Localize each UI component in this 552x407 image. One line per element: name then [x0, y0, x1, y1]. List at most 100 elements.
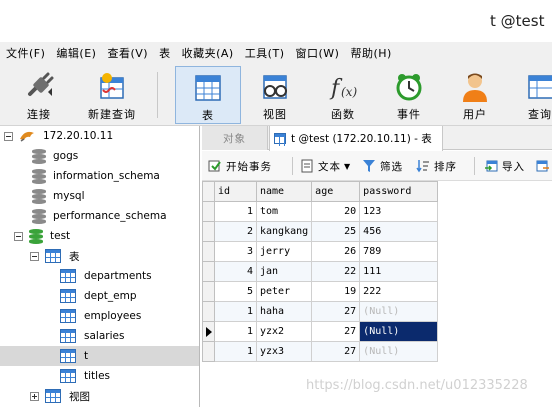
- cell-age[interactable]: 26: [311, 241, 361, 262]
- cell-name[interactable]: kangkang: [255, 221, 313, 242]
- export-button[interactable]: [536, 157, 552, 175]
- tree-db-information-schema[interactable]: information_schema: [32, 166, 160, 186]
- tree-table-dept-emp[interactable]: dept_emp: [60, 286, 137, 306]
- row-indicator[interactable]: [202, 241, 215, 262]
- begin-transaction-button[interactable]: 开始事务: [208, 157, 272, 175]
- menu-tools[interactable]: 工具(T): [245, 45, 285, 61]
- tree-db-performance-schema[interactable]: performance_schema: [32, 206, 167, 226]
- tree-tables-group[interactable]: 表: [30, 246, 80, 266]
- tree-db-mysql[interactable]: mysql: [32, 186, 85, 206]
- cell-id[interactable]: 1: [214, 201, 257, 222]
- sort-button[interactable]: 排序: [416, 157, 457, 175]
- event-button[interactable]: 事件: [384, 66, 434, 124]
- user-button[interactable]: 用户: [450, 66, 500, 124]
- tree-table-departments[interactable]: departments: [60, 266, 152, 286]
- cell-id[interactable]: 1: [214, 341, 257, 362]
- query-button[interactable]: 查询: [520, 66, 552, 124]
- new-query-button[interactable]: 新建查询: [82, 66, 142, 124]
- tree-table-salaries[interactable]: salaries: [60, 326, 124, 346]
- new-query-label: 新建查询: [88, 108, 136, 121]
- toolbar-separator: [157, 72, 158, 118]
- cell-password[interactable]: (Null): [359, 341, 439, 362]
- column-header-name[interactable]: name: [255, 181, 313, 202]
- table-button[interactable]: 表: [175, 66, 241, 124]
- cell-password-selected[interactable]: (Null): [359, 321, 439, 342]
- row-indicator[interactable]: [202, 201, 215, 222]
- table-row[interactable]: 1 yzx3 27 (Null): [202, 341, 439, 362]
- tree-table-titles[interactable]: titles: [60, 366, 110, 386]
- collapse-toggle[interactable]: [4, 131, 13, 141]
- collapse-toggle[interactable]: [30, 251, 39, 261]
- cell-age[interactable]: 19: [311, 281, 361, 302]
- connect-button[interactable]: 连接: [14, 66, 64, 124]
- table-row[interactable]: 1 tom 20 123: [202, 201, 439, 222]
- cell-name[interactable]: peter: [255, 281, 313, 302]
- filter-button[interactable]: 筛选: [362, 157, 403, 175]
- cell-name[interactable]: yzx2: [255, 321, 313, 342]
- cell-age[interactable]: 22: [311, 261, 361, 282]
- cell-id[interactable]: 2: [214, 221, 257, 242]
- import-button[interactable]: 导入: [484, 157, 525, 175]
- column-header-id[interactable]: id: [214, 181, 257, 202]
- cell-password[interactable]: 123: [359, 201, 439, 222]
- column-header-password[interactable]: password: [359, 181, 439, 202]
- cell-name[interactable]: jerry: [255, 241, 313, 262]
- table-icon: [60, 269, 76, 283]
- cell-password[interactable]: 111: [359, 261, 439, 282]
- cell-name[interactable]: haha: [255, 301, 313, 322]
- cell-name[interactable]: jan: [255, 261, 313, 282]
- cell-age[interactable]: 20: [311, 201, 361, 222]
- menu-table[interactable]: 表: [159, 45, 171, 61]
- menu-file[interactable]: 文件(F): [6, 45, 45, 61]
- cell-name[interactable]: yzx3: [255, 341, 313, 362]
- table-label: 表: [202, 109, 214, 122]
- row-indicator[interactable]: [202, 301, 215, 322]
- cell-id[interactable]: 3: [214, 241, 257, 262]
- table-row[interactable]: 2 kangkang 25 456: [202, 221, 439, 242]
- row-indicator[interactable]: [202, 281, 215, 302]
- cell-name[interactable]: tom: [255, 201, 313, 222]
- row-indicator[interactable]: [202, 221, 215, 242]
- text-button[interactable]: 文本 ▼: [300, 157, 351, 175]
- cell-age[interactable]: 27: [311, 301, 361, 322]
- tree-table-employees[interactable]: employees: [60, 306, 141, 326]
- column-header-age[interactable]: age: [311, 181, 361, 202]
- plug-icon: [22, 70, 56, 104]
- cell-id[interactable]: 1: [214, 301, 257, 322]
- collapse-toggle[interactable]: [14, 231, 23, 241]
- cell-age[interactable]: 27: [311, 341, 361, 362]
- tree-views-group[interactable]: 视图: [30, 386, 90, 406]
- view-button[interactable]: 视图: [250, 66, 300, 124]
- tree-table-t[interactable]: t: [0, 346, 199, 366]
- row-indicator[interactable]: [202, 341, 215, 362]
- cell-id[interactable]: 4: [214, 261, 257, 282]
- cell-age[interactable]: 25: [311, 221, 361, 242]
- cell-password[interactable]: 456: [359, 221, 439, 242]
- tree-connection[interactable]: 172.20.10.11: [4, 126, 113, 146]
- table-row[interactable]: 1 haha 27 (Null): [202, 301, 439, 322]
- cell-id[interactable]: 5: [214, 281, 257, 302]
- tree-db-test[interactable]: test: [14, 226, 70, 246]
- current-row-arrow-icon[interactable]: [202, 321, 215, 342]
- cell-age[interactable]: 27: [311, 321, 361, 342]
- tab-objects[interactable]: 对象: [202, 126, 268, 150]
- tree-db-gogs[interactable]: gogs: [32, 146, 78, 166]
- table-row[interactable]: 3 jerry 26 789: [202, 241, 439, 262]
- cell-id[interactable]: 1: [214, 321, 257, 342]
- cell-password[interactable]: 789: [359, 241, 439, 262]
- menu-view[interactable]: 查看(V): [107, 45, 148, 61]
- row-indicator[interactable]: [202, 261, 215, 282]
- cell-password[interactable]: (Null): [359, 301, 439, 322]
- tab-table-t[interactable]: t @test (172.20.10.11) - 表: [269, 126, 443, 151]
- expand-toggle[interactable]: [30, 391, 39, 401]
- menu-window[interactable]: 窗口(W): [296, 45, 340, 61]
- menu-favorites[interactable]: 收藏夹(A): [182, 45, 234, 61]
- cell-password[interactable]: 222: [359, 281, 439, 302]
- table-row-current[interactable]: 1 yzx2 27 (Null): [202, 321, 439, 342]
- table-row[interactable]: 4 jan 22 111: [202, 261, 439, 282]
- table-row[interactable]: 5 peter 19 222: [202, 281, 439, 302]
- menu-help[interactable]: 帮助(H): [350, 45, 391, 61]
- function-button[interactable]: f (x) 函数: [318, 66, 368, 124]
- menu-edit[interactable]: 编辑(E): [56, 45, 96, 61]
- user-icon: [458, 70, 492, 104]
